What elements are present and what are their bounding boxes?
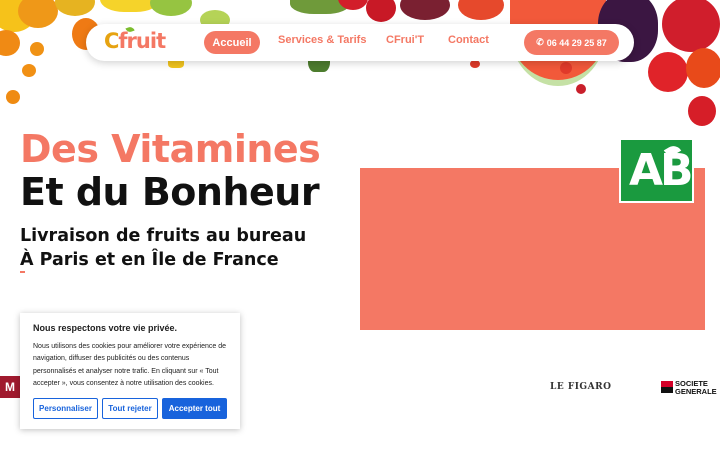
sg-line2: GENERALE [675, 387, 717, 396]
partner-logo-figaro: LE FIGARO [550, 382, 612, 392]
partner-logo-m: M [0, 376, 20, 398]
accent-dash [20, 271, 25, 273]
nav-link-services-tarifs[interactable]: Services & Tarifs [278, 34, 366, 46]
phone-button[interactable]: ✆ 06 44 29 25 87 [524, 30, 619, 55]
hero-title-line2: Et du Bonheur [20, 170, 320, 214]
ab-label: AB [629, 145, 694, 196]
hero-subtitle-line1: Livraison de fruits au bureau [20, 226, 307, 246]
logo-letter-c: C [104, 29, 119, 53]
phone-icon: ✆ [536, 37, 544, 47]
cookie-title: Nous respectons votre vie privée. [33, 323, 178, 333]
cookie-description: Nous utilisons des cookies pour améliore… [33, 343, 226, 387]
nav-link-cfruit[interactable]: CFrui'T [386, 34, 424, 46]
page: Cfruit Accueil Services & Tarifs CFrui'T… [0, 0, 720, 450]
ab-organic-logo: AB [619, 138, 694, 203]
nav-link-accueil[interactable]: Accueil [204, 31, 260, 54]
navbar: Cfruit Accueil Services & Tarifs CFrui'T… [86, 24, 634, 61]
logo-word: fruit [118, 29, 166, 53]
logo[interactable]: Cfruit [104, 25, 166, 53]
customize-button[interactable]: Personnaliser [33, 398, 98, 419]
accept-all-button[interactable]: Accepter tout [162, 398, 227, 419]
nav-link-contact[interactable]: Contact [448, 34, 489, 46]
hero-title-line1: Des Vitamines [20, 127, 321, 171]
cookie-banner: Nous respectons votre vie privée. Nous u… [20, 313, 240, 429]
partner-logo-societe-generale: SOCIETE GENERALE [675, 380, 717, 396]
reject-all-button[interactable]: Tout rejeter [102, 398, 158, 419]
societe-generale-icon [661, 381, 673, 393]
phone-number: 06 44 29 25 87 [546, 37, 607, 48]
hero-subtitle-line2: À Paris et en Île de France [20, 250, 279, 270]
